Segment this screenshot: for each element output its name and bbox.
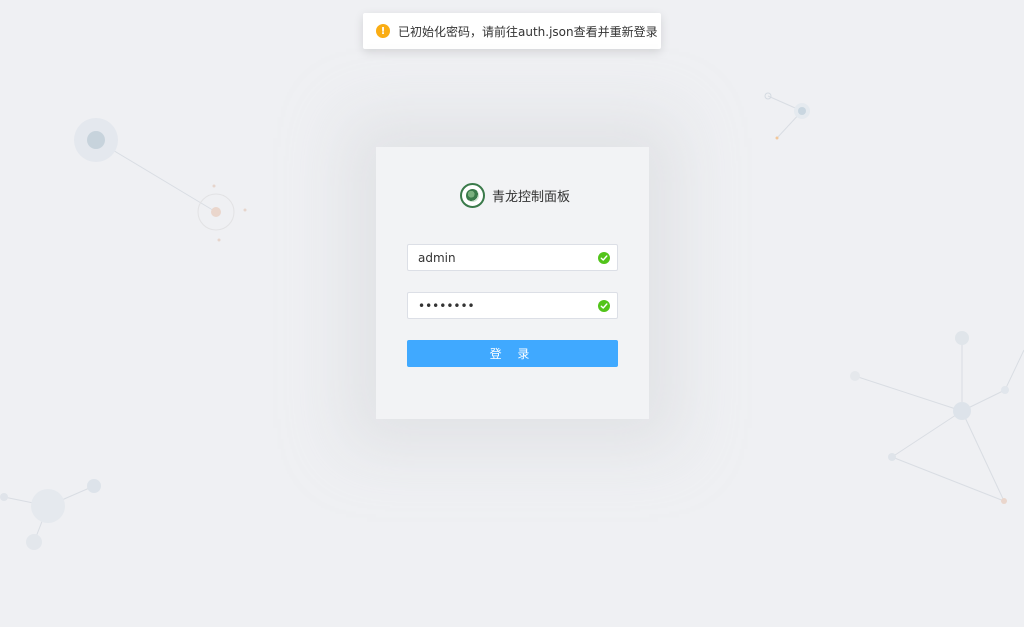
warning-icon: ! (376, 24, 390, 38)
password-field-wrapper (407, 292, 618, 319)
login-button[interactable]: 登 录 (407, 340, 618, 367)
brand-header: 青龙控制面板 (460, 183, 570, 208)
toast-message: 已初始化密码，请前往auth.json查看并重新登录 (398, 24, 658, 39)
check-circle-icon (598, 252, 610, 264)
check-circle-icon (598, 300, 610, 312)
toast-notification: ! 已初始化密码，请前往auth.json查看并重新登录 (363, 13, 661, 49)
app-logo-icon (460, 183, 485, 208)
app-title: 青龙控制面板 (492, 190, 571, 205)
username-field-wrapper (407, 244, 618, 271)
username-input[interactable] (408, 245, 588, 270)
password-input[interactable] (408, 293, 588, 318)
login-card: 青龙控制面板 登 录 (376, 147, 649, 419)
